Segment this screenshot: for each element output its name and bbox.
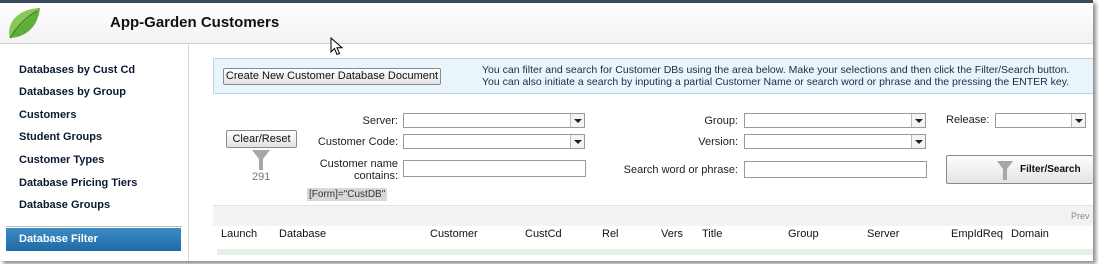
version-select[interactable] bbox=[744, 134, 926, 149]
column-header-customer[interactable]: Customer bbox=[430, 228, 478, 240]
search-phrase-label: Search word or phrase: bbox=[623, 164, 738, 176]
create-customer-db-button[interactable]: Create New Customer Database Document bbox=[223, 68, 441, 85]
column-header-empidreq[interactable]: EmpIdReq bbox=[951, 228, 1003, 240]
chevron-down-icon bbox=[1071, 114, 1085, 127]
search-phrase-input[interactable] bbox=[744, 161, 927, 178]
filter-search-label: Filter/Search bbox=[1020, 164, 1081, 175]
app-window: App-Garden Customers Databases by Cust C… bbox=[0, 0, 1093, 261]
column-header-title[interactable]: Title bbox=[702, 228, 722, 240]
release-label: Release: bbox=[946, 114, 990, 126]
info-text-line-1: You can filter and search for Customer D… bbox=[482, 64, 1070, 76]
app-header: App-Garden Customers bbox=[0, 3, 1093, 44]
column-header-database[interactable]: Database bbox=[279, 228, 326, 240]
customer-code-label: Customer Code: bbox=[317, 136, 398, 148]
column-header-group[interactable]: Group bbox=[788, 228, 819, 240]
result-count: 291 bbox=[252, 171, 271, 183]
group-label: Group: bbox=[704, 115, 738, 127]
column-header-launch[interactable]: Launch bbox=[221, 228, 257, 240]
column-header-vers[interactable]: Vers bbox=[661, 228, 683, 240]
chevron-down-icon bbox=[911, 135, 925, 148]
column-header-rel[interactable]: Rel bbox=[602, 228, 619, 240]
leaf-logo-icon bbox=[9, 8, 40, 39]
customer-code-select[interactable] bbox=[403, 134, 585, 149]
customer-name-label-line-2: contains: bbox=[353, 170, 398, 182]
chevron-down-icon bbox=[911, 114, 925, 127]
version-label: Version: bbox=[698, 136, 738, 148]
customer-name-label-line-1: Customer name bbox=[319, 158, 398, 170]
info-text-line-2: You can also initiate a search by inputi… bbox=[482, 76, 1070, 88]
clear-reset-button[interactable]: Clear/Reset bbox=[226, 130, 297, 148]
server-select[interactable] bbox=[403, 113, 585, 128]
prev-link[interactable]: Prev bbox=[1071, 211, 1090, 221]
chevron-down-icon bbox=[570, 135, 584, 148]
group-select[interactable] bbox=[744, 113, 926, 128]
column-header-custcd[interactable]: CustCd bbox=[525, 228, 562, 240]
filter-search-button[interactable]: Filter/Search bbox=[946, 155, 1093, 184]
pager-strip bbox=[213, 205, 1093, 226]
funnel-icon bbox=[997, 161, 1013, 180]
form-formula: [Form]="CustDB" bbox=[307, 188, 388, 201]
main-content: Create New Customer Database Document Yo… bbox=[0, 43, 1093, 261]
release-select[interactable] bbox=[995, 113, 1086, 128]
info-bar: Create New Customer Database Document Yo… bbox=[213, 58, 1093, 94]
table-row-highlight bbox=[217, 249, 1093, 255]
column-header-server[interactable]: Server bbox=[867, 228, 899, 240]
column-header-domain[interactable]: Domain bbox=[1011, 228, 1049, 240]
funnel-icon bbox=[252, 150, 270, 170]
customer-name-input[interactable] bbox=[403, 160, 586, 177]
chevron-down-icon bbox=[570, 114, 584, 127]
server-label: Server: bbox=[362, 115, 398, 127]
app-title: App-Garden Customers bbox=[110, 14, 280, 31]
